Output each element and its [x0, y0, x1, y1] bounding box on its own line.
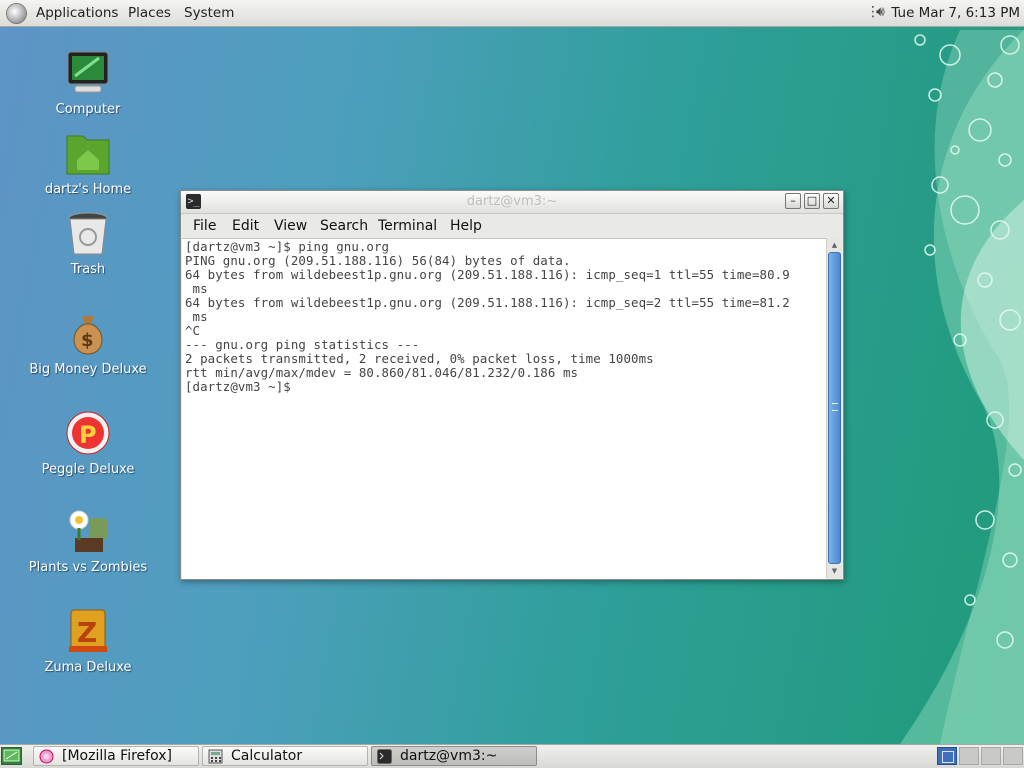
desktop-icon-big-money[interactable]: $ Big Money Deluxe — [28, 310, 148, 377]
svg-text:$: $ — [81, 330, 94, 351]
terminal-line: ^C — [185, 323, 201, 338]
task-label: [Mozilla Firefox] — [62, 748, 172, 764]
firefox-icon — [39, 749, 54, 764]
terminal-line: --- gnu.org ping statistics --- — [185, 337, 420, 352]
zuma-icon: Z — [65, 608, 111, 654]
workspace-3[interactable] — [981, 747, 1001, 765]
desktop-icon-trash[interactable]: Trash — [28, 210, 148, 277]
close-button[interactable]: ✕ — [823, 193, 839, 209]
maximize-button[interactable]: □ — [804, 193, 820, 209]
minimize-button[interactable]: – — [785, 193, 801, 209]
task-label: dartz@vm3:~ — [400, 748, 498, 764]
window-title: dartz@vm3:~ — [466, 194, 558, 209]
window-titlebar[interactable]: >_ dartz@vm3:~ – □ ✕ — [181, 191, 843, 214]
places-menu[interactable]: Places — [128, 5, 171, 21]
menu-search[interactable]: Search — [320, 218, 368, 234]
applications-menu[interactable]: Applications — [36, 5, 118, 21]
svg-text:Z: Z — [77, 616, 97, 649]
grip-icon — [832, 403, 838, 411]
desktop-icon-plants-vs-zombies[interactable]: Plants vs Zombies — [28, 508, 148, 575]
desktop-icon-label: Computer — [55, 102, 121, 117]
bottom-panel: [Mozilla Firefox] Calculator dartz@vm3:~ — [0, 744, 1024, 768]
volume-icon[interactable]: 🔊︎ — [876, 4, 885, 20]
home-folder-icon — [65, 130, 111, 176]
task-terminal[interactable]: dartz@vm3:~ — [371, 746, 537, 766]
desktop-icon-label: Zuma Deluxe — [44, 660, 132, 675]
desktop-icon-peggle[interactable]: P Peggle Deluxe — [28, 410, 148, 477]
peggle-icon: P — [65, 410, 111, 456]
scrollbar-thumb[interactable] — [828, 252, 841, 564]
scroll-down-arrow-icon[interactable]: ▼ — [827, 564, 842, 578]
terminal-scrollbar[interactable]: ▲ ▼ — [826, 238, 842, 578]
terminal-line: 64 bytes from wildebeest1p.gnu.org (209.… — [185, 295, 790, 310]
terminal-line: [dartz@vm3 ~]$ ping gnu.org — [185, 239, 390, 254]
task-calculator[interactable]: Calculator — [202, 746, 368, 766]
svg-text:P: P — [79, 421, 97, 449]
terminal-menubar: File Edit View Search Terminal Help — [181, 214, 843, 238]
terminal-line: ms — [185, 309, 208, 324]
system-menu[interactable]: System — [184, 5, 234, 21]
money-bag-icon: $ — [65, 310, 111, 356]
menu-edit[interactable]: Edit — [232, 218, 259, 234]
terminal-line: 64 bytes from wildebeest1p.gnu.org (209.… — [185, 267, 790, 282]
terminal-line: PING gnu.org (209.51.188.116) 56(84) byt… — [185, 253, 571, 268]
applications-menu-icon[interactable] — [7, 4, 26, 23]
desktop-icon-label: Big Money Deluxe — [29, 362, 147, 377]
clock[interactable]: Tue Mar 7, 6:13 PM — [891, 5, 1020, 21]
terminal-output[interactable]: [dartz@vm3 ~]$ ping gnu.org PING gnu.org … — [182, 238, 826, 579]
trash-icon — [65, 210, 111, 256]
terminal-prompt-line: [dartz@vm3 ~]$ — [185, 379, 299, 394]
workspace-2[interactable] — [959, 747, 979, 765]
desktop-icon-computer[interactable]: Computer — [28, 50, 148, 117]
calculator-icon — [208, 749, 223, 764]
terminal-line: rtt min/avg/max/mdev = 80.860/81.046/81.… — [185, 365, 579, 380]
menu-help[interactable]: Help — [450, 218, 482, 234]
task-firefox[interactable]: [Mozilla Firefox] — [33, 746, 199, 766]
desktop-icon — [3, 749, 20, 762]
menu-terminal[interactable]: Terminal — [378, 218, 437, 234]
task-label: Calculator — [231, 748, 303, 764]
desktop-icon-zuma[interactable]: Z Zuma Deluxe — [28, 608, 148, 675]
show-desktop-button[interactable] — [1, 747, 22, 765]
computer-icon — [65, 50, 111, 96]
workspace-1[interactable] — [937, 747, 957, 765]
terminal-icon — [377, 749, 392, 764]
scroll-up-arrow-icon[interactable]: ▲ — [827, 238, 842, 252]
desktop-icon-label: Peggle Deluxe — [41, 462, 135, 477]
menu-file[interactable]: File — [193, 218, 216, 234]
plants-vs-zombies-icon — [65, 508, 111, 554]
top-panel: Applications Places System ⋮ 🔊︎ Tue Mar … — [0, 0, 1024, 27]
terminal-line: 2 packets transmitted, 2 received, 0% pa… — [185, 351, 654, 366]
menu-view[interactable]: View — [274, 218, 307, 234]
desktop-icon-label: Plants vs Zombies — [28, 560, 148, 575]
workspace-4[interactable] — [1003, 747, 1023, 765]
terminal-window[interactable]: >_ dartz@vm3:~ – □ ✕ File Edit View Sear… — [180, 190, 844, 580]
desktop-icon-label: dartz's Home — [44, 182, 132, 197]
desktop-icon-label: Trash — [70, 262, 106, 277]
desktop-icon-home[interactable]: dartz's Home — [28, 130, 148, 197]
terminal-line: ms — [185, 281, 208, 296]
